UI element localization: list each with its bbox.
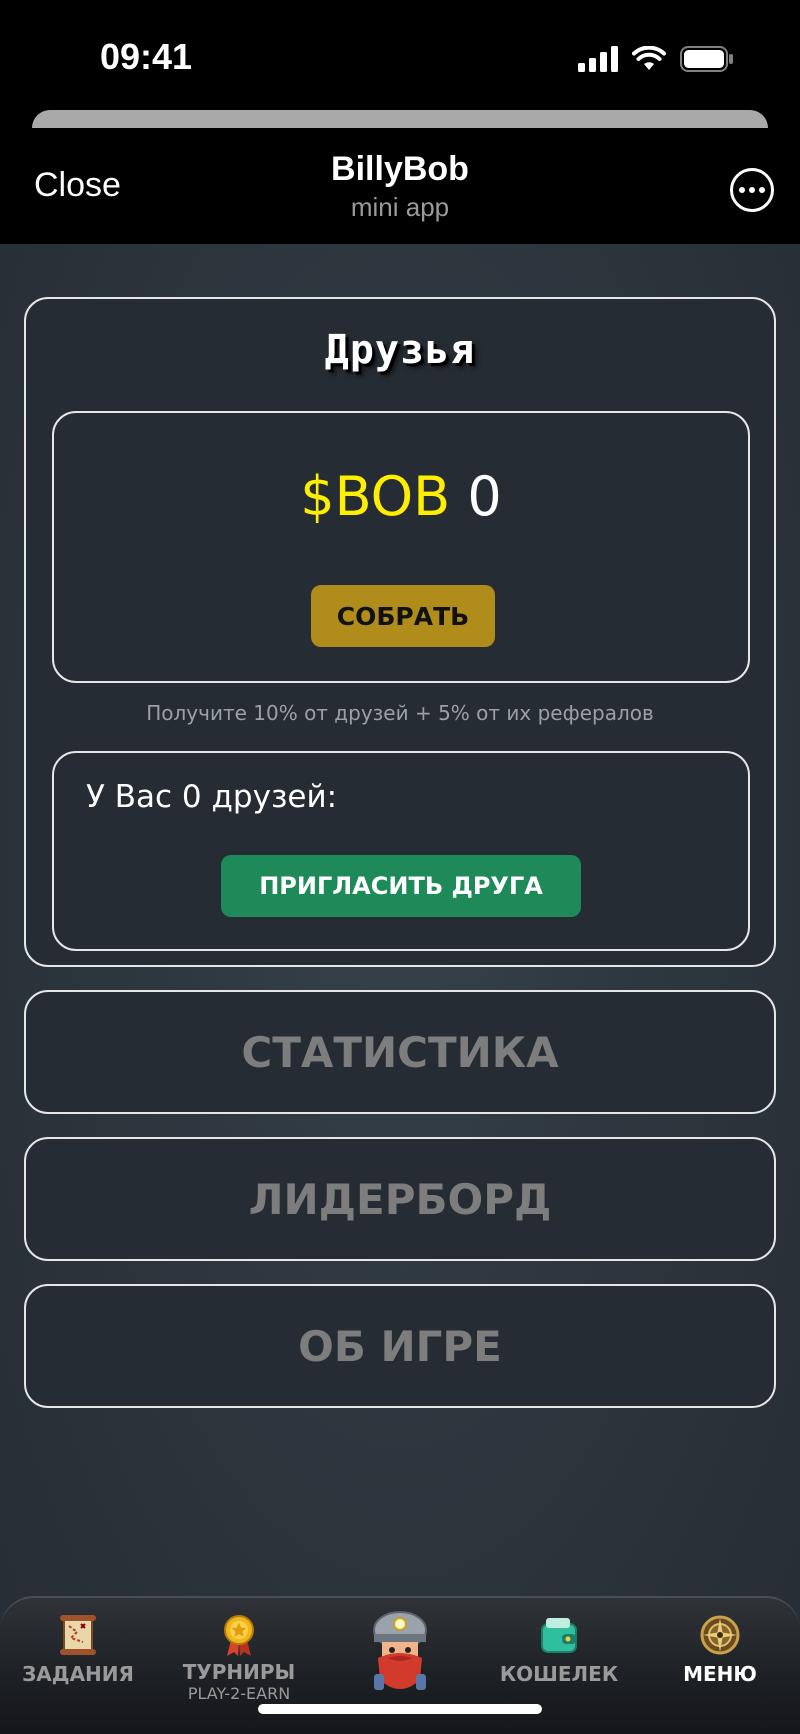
friends-title: Друзья: [324, 327, 476, 373]
balance-card: $BOB 0 СОБРАТЬ: [52, 411, 750, 683]
nav-label-tournaments: ТУРНИРЫ: [182, 1660, 296, 1684]
balance-line: $BOB 0: [54, 465, 748, 528]
balance-amount: 0: [467, 465, 502, 528]
leaderboard-button[interactable]: ЛИДЕРБОРД: [24, 1137, 776, 1261]
friends-card: Друзья $BOB 0 СОБРАТЬ Получите 10% от др…: [24, 297, 776, 967]
invite-card: У Вас 0 друзей: ПРИГЛАСИТЬ ДРУГА: [52, 751, 750, 951]
nav-label-menu: МЕНЮ: [683, 1662, 757, 1686]
cellular-signal-icon: [578, 46, 618, 72]
nav-item-tournaments[interactable]: ТУРНИРЫ PLAY-2-EARN: [164, 1612, 314, 1703]
mini-app-header: Close BillyBob mini app: [0, 128, 800, 244]
scroll-map-icon: [60, 1615, 96, 1655]
miner-character-icon: [373, 1611, 427, 1690]
nav-item-tasks[interactable]: ЗАДАНИЯ: [3, 1612, 153, 1686]
app-subtitle: mini app: [350, 192, 450, 222]
nav-item-wallet[interactable]: КОШЕЛЕК: [484, 1612, 634, 1686]
main-content: Друзья $BOB 0 СОБРАТЬ Получите 10% от др…: [0, 244, 800, 1734]
sheet-top-edge: [32, 110, 768, 130]
more-options-icon[interactable]: [730, 168, 774, 212]
balance-currency: $BOB: [300, 465, 451, 528]
status-icons: [578, 44, 734, 74]
battery-icon: [680, 46, 733, 72]
status-bar: 09:41: [0, 0, 800, 110]
nav-item-menu[interactable]: МЕНЮ: [645, 1612, 795, 1686]
status-time: 09:41: [100, 36, 193, 77]
nav-label-wallet: КОШЕЛЕК: [499, 1662, 619, 1686]
friends-count: У Вас 0 друзей:: [86, 779, 338, 815]
home-indicator: [258, 1704, 542, 1714]
referral-note: Получите 10% от друзей + 5% от их рефера…: [146, 701, 654, 725]
nav-sublabel-tournaments: PLAY-2-EARN: [187, 1684, 291, 1703]
collect-button[interactable]: СОБРАТЬ: [311, 585, 495, 647]
wifi-icon: [632, 46, 666, 70]
nav-label-tasks: ЗАДАНИЯ: [22, 1662, 134, 1686]
wallet-icon: [541, 1618, 577, 1653]
medal-icon: [224, 1615, 254, 1656]
nav-item-home-character[interactable]: [360, 1608, 440, 1698]
compass-menu-icon: [700, 1615, 740, 1655]
invite-friend-button[interactable]: ПРИГЛАСИТЬ ДРУГА: [221, 855, 581, 917]
about-game-button[interactable]: ОБ ИГРЕ: [24, 1284, 776, 1408]
app-title: BillyBob: [331, 150, 469, 188]
statistics-button[interactable]: СТАТИСТИКА: [24, 990, 776, 1114]
